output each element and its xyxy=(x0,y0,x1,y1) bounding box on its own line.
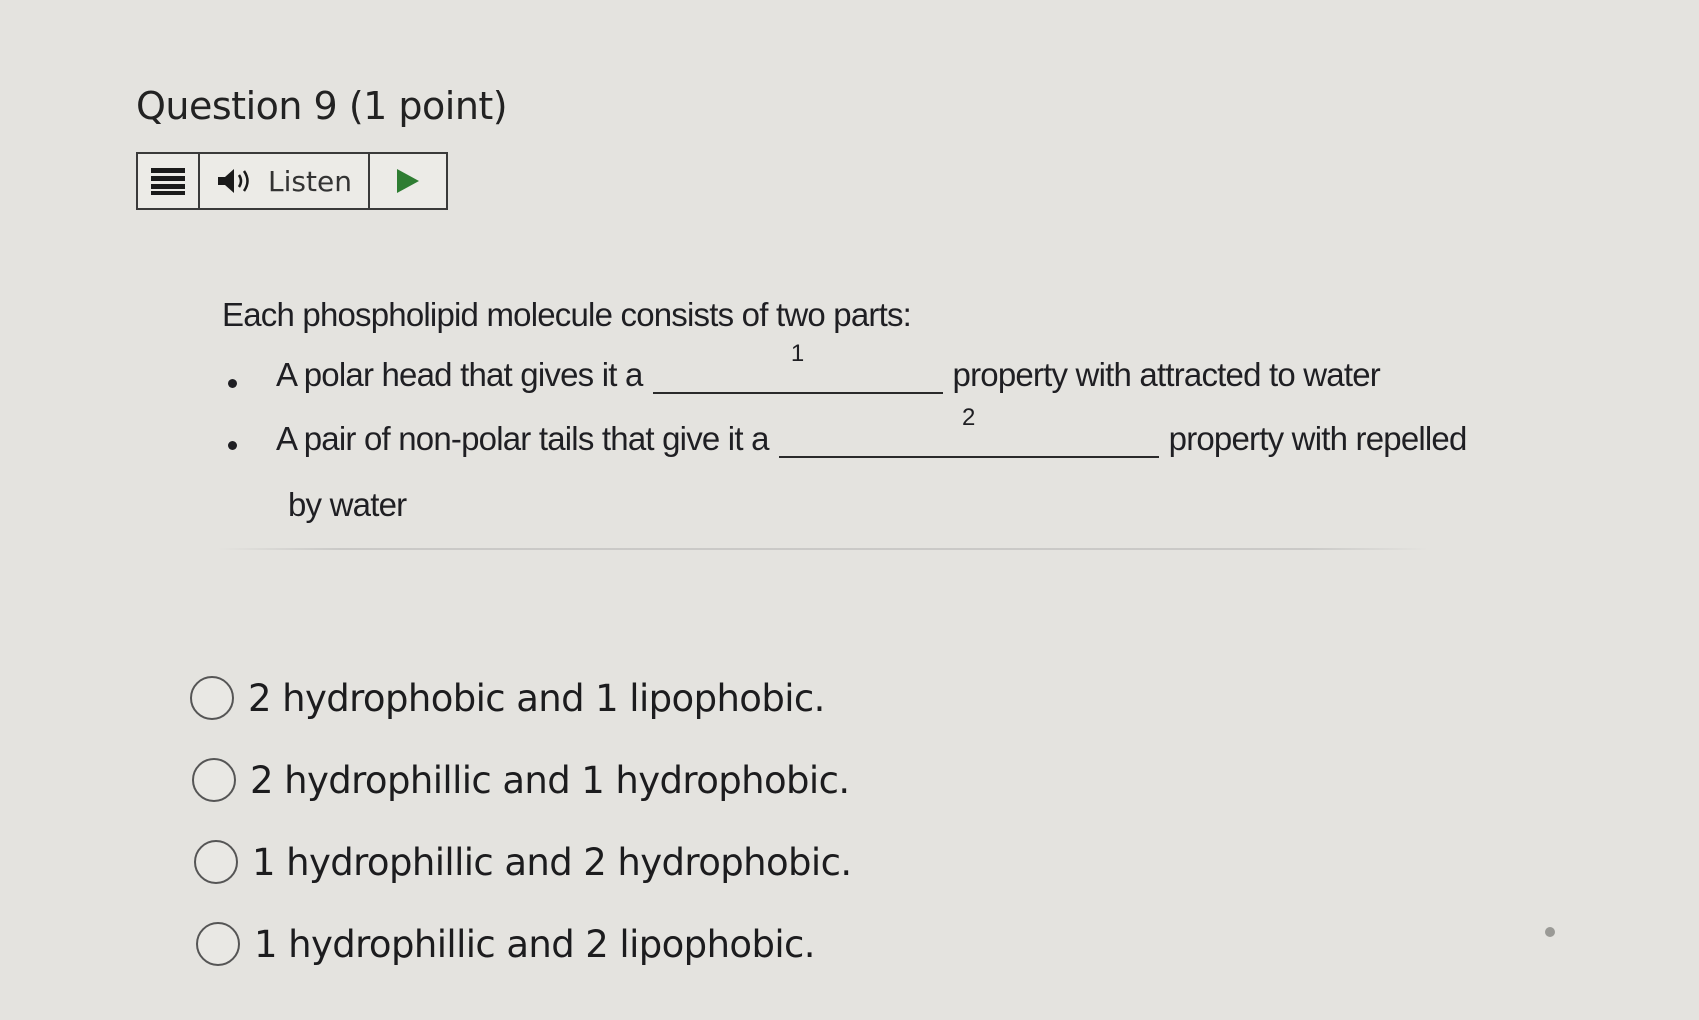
bullet-marker xyxy=(228,379,237,388)
option-3-label: 1 hydrophillic and 2 hydrophobic. xyxy=(252,840,852,884)
play-icon xyxy=(397,169,419,193)
bullet-2: A pair of non-polar tails that give it a… xyxy=(276,404,1468,458)
blank-1-number: 1 xyxy=(790,340,805,367)
play-button[interactable] xyxy=(370,154,446,208)
option-1-radio[interactable] xyxy=(190,676,234,720)
option-2[interactable]: 2 hydrophillic and 1 hydrophobic. xyxy=(192,758,850,802)
bullet-1: A polar head that gives it a 1 property … xyxy=(276,340,1381,394)
hamburger-menu-icon xyxy=(151,168,185,195)
blank-1: 1 xyxy=(652,340,943,394)
menu-button[interactable] xyxy=(138,154,200,208)
listen-button[interactable]: Listen xyxy=(200,154,370,208)
bullet-marker xyxy=(228,441,237,450)
option-4[interactable]: 1 hydrophillic and 2 lipophobic. xyxy=(196,922,816,966)
bullet-1-before: A polar head that gives it a xyxy=(276,356,643,393)
passage-divider xyxy=(218,548,1428,550)
option-2-label: 2 hydrophillic and 1 hydrophobic. xyxy=(250,758,850,802)
option-4-label: 1 hydrophillic and 2 lipophobic. xyxy=(254,922,816,966)
bullet-2-before: A pair of non-polar tails that give it a xyxy=(276,420,769,457)
option-3-radio[interactable] xyxy=(194,840,238,884)
blank-2-number: 2 xyxy=(961,404,976,431)
question-number: Question 9 xyxy=(136,84,338,128)
listen-label: Listen xyxy=(268,164,352,198)
speaker-icon xyxy=(218,169,249,193)
option-1-label: 2 hydrophobic and 1 lipophobic. xyxy=(248,676,825,720)
option-1[interactable]: 2 hydrophobic and 1 lipophobic. xyxy=(190,676,825,720)
option-4-radio[interactable] xyxy=(196,922,240,966)
bullet-1-after: property with attracted to water xyxy=(952,356,1381,393)
bullet-2-continuation: by water xyxy=(288,486,407,523)
bullet-2-after: property with repelled xyxy=(1168,420,1468,457)
listen-toolbar: Listen xyxy=(136,152,448,210)
question-title: Question 9 (1 point) xyxy=(136,84,508,128)
option-2-radio[interactable] xyxy=(192,758,236,802)
question-points: (1 point) xyxy=(348,84,508,128)
passage-intro: Each phospholipid molecule consists of t… xyxy=(222,296,912,333)
decorative-dot xyxy=(1545,927,1555,937)
blank-2: 2 xyxy=(778,404,1159,458)
option-3[interactable]: 1 hydrophillic and 2 hydrophobic. xyxy=(194,840,852,884)
